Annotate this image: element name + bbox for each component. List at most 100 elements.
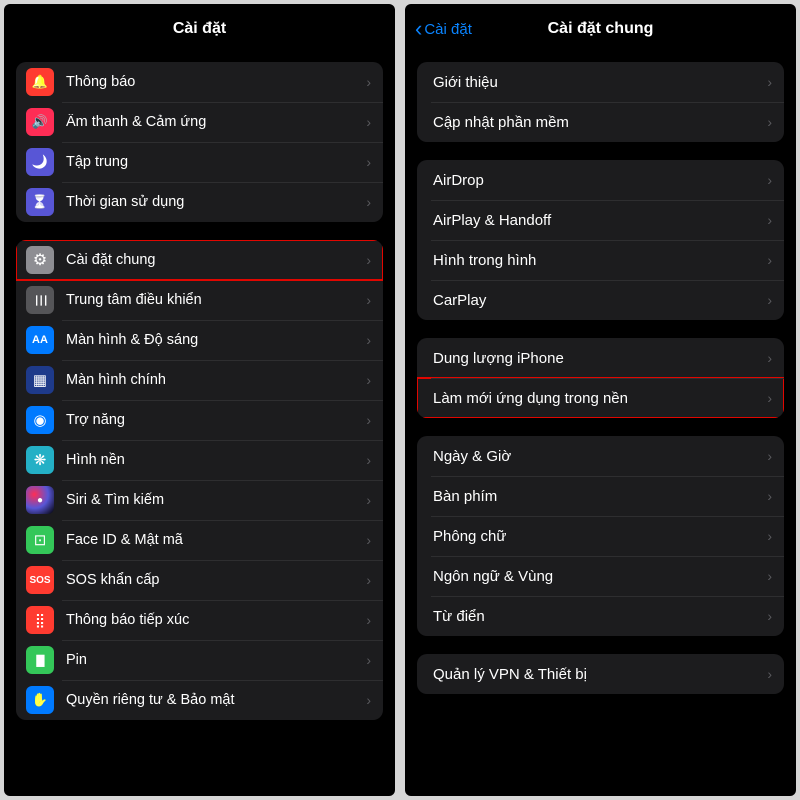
chevron-right-icon: › (366, 413, 371, 427)
row-control-center[interactable]: Trung tâm điều khiển › (16, 280, 383, 320)
row-label: CarPlay (433, 292, 767, 309)
settings-list[interactable]: Thông báo › Âm thanh & Cảm ứng › Tập tru… (4, 54, 395, 796)
row-label: Thời gian sử dụng (66, 194, 366, 210)
row-dictionary[interactable]: Từ điển › (417, 596, 784, 636)
row-label: SOS khẩn cấp (66, 572, 366, 588)
row-wallpaper[interactable]: Hình nền › (16, 440, 383, 480)
row-software-update[interactable]: Cập nhật phần mềm › (417, 102, 784, 142)
row-pip[interactable]: Hình trong hình › (417, 240, 784, 280)
chevron-right-icon: › (767, 351, 772, 365)
chevron-right-icon: › (767, 253, 772, 267)
row-privacy[interactable]: Quyền riêng tư & Bảo mật › (16, 680, 383, 720)
chevron-right-icon: › (366, 253, 371, 267)
row-display[interactable]: Màn hình & Độ sáng › (16, 320, 383, 360)
row-label: Màn hình chính (66, 372, 366, 388)
settings-group: Giới thiệu › Cập nhật phần mềm › (417, 62, 784, 142)
row-label: Cập nhật phần mềm (433, 114, 767, 131)
row-fonts[interactable]: Phông chữ › (417, 516, 784, 556)
row-keyboard[interactable]: Bàn phím › (417, 476, 784, 516)
nav-header: ‹ Cài đặt Cài đặt chung (405, 4, 796, 54)
row-notifications[interactable]: Thông báo › (16, 62, 383, 102)
row-label: Hình trong hình (433, 252, 767, 269)
settings-screen-left: Cài đặt Thông báo › Âm thanh & Cảm ứng ›… (4, 4, 395, 796)
row-focus[interactable]: Tập trung › (16, 142, 383, 182)
chevron-right-icon: › (366, 373, 371, 387)
row-faceid[interactable]: Face ID & Mật mã › (16, 520, 383, 560)
wallpaper-icon (26, 446, 54, 474)
row-label: Thông báo tiếp xúc (66, 612, 366, 628)
row-label: Siri & Tìm kiếm (66, 492, 366, 508)
control-center-icon (26, 286, 54, 314)
row-airdrop[interactable]: AirDrop › (417, 160, 784, 200)
hourglass-icon (26, 188, 54, 216)
chevron-right-icon: › (366, 115, 371, 129)
row-carplay[interactable]: CarPlay › (417, 280, 784, 320)
row-label: Trung tâm điều khiển (66, 292, 366, 308)
chevron-right-icon: › (767, 75, 772, 89)
privacy-icon (26, 686, 54, 714)
row-label: Face ID & Mật mã (66, 532, 366, 548)
row-label: Dung lượng iPhone (433, 350, 767, 367)
chevron-left-icon: ‹ (415, 18, 422, 40)
row-accessibility[interactable]: Trợ năng › (16, 400, 383, 440)
row-label: Tập trung (66, 154, 366, 170)
chevron-right-icon: › (767, 569, 772, 583)
row-label: Pin (66, 652, 366, 668)
display-icon (26, 326, 54, 354)
chevron-right-icon: › (767, 529, 772, 543)
row-label: Cài đặt chung (66, 252, 366, 268)
back-button[interactable]: ‹ Cài đặt (415, 18, 472, 40)
row-label: Bàn phím (433, 488, 767, 505)
row-battery[interactable]: Pin › (16, 640, 383, 680)
chevron-right-icon: › (366, 573, 371, 587)
chevron-right-icon: › (767, 293, 772, 307)
chevron-right-icon: › (366, 195, 371, 209)
row-sos[interactable]: SOS SOS khẩn cấp › (16, 560, 383, 600)
chevron-right-icon: › (366, 613, 371, 627)
row-label: Âm thanh & Cảm ứng (66, 114, 366, 130)
homescreen-icon (26, 366, 54, 394)
general-list[interactable]: Giới thiệu › Cập nhật phần mềm › AirDrop… (405, 54, 796, 796)
row-label: Quản lý VPN & Thiết bị (433, 666, 767, 683)
general-settings-screen-right: ‹ Cài đặt Cài đặt chung Giới thiệu › Cập… (405, 4, 796, 796)
settings-group: Thông báo › Âm thanh & Cảm ứng › Tập tru… (16, 62, 383, 222)
row-screentime[interactable]: Thời gian sử dụng › (16, 182, 383, 222)
row-label: Ngôn ngữ & Vùng (433, 568, 767, 585)
chevron-right-icon: › (767, 489, 772, 503)
chevron-right-icon: › (366, 493, 371, 507)
siri-icon (26, 486, 54, 514)
row-general[interactable]: Cài đặt chung › (16, 240, 383, 280)
row-date-time[interactable]: Ngày & Giờ › (417, 436, 784, 476)
sound-icon (26, 108, 54, 136)
nav-title: Cài đặt (173, 20, 226, 38)
accessibility-icon (26, 406, 54, 434)
chevron-right-icon: › (366, 333, 371, 347)
chevron-right-icon: › (366, 293, 371, 307)
row-siri[interactable]: Siri & Tìm kiếm › (16, 480, 383, 520)
chevron-right-icon: › (366, 75, 371, 89)
row-homescreen[interactable]: Màn hình chính › (16, 360, 383, 400)
faceid-icon (26, 526, 54, 554)
row-language-region[interactable]: Ngôn ngữ & Vùng › (417, 556, 784, 596)
chevron-right-icon: › (767, 449, 772, 463)
chevron-right-icon: › (366, 155, 371, 169)
chevron-right-icon: › (767, 667, 772, 681)
row-sounds[interactable]: Âm thanh & Cảm ứng › (16, 102, 383, 142)
row-exposure[interactable]: Thông báo tiếp xúc › (16, 600, 383, 640)
row-background-refresh[interactable]: Làm mới ứng dụng trong nền › (417, 378, 784, 418)
chevron-right-icon: › (767, 213, 772, 227)
row-airplay[interactable]: AirPlay & Handoff › (417, 200, 784, 240)
chevron-right-icon: › (366, 533, 371, 547)
row-label: Phông chữ (433, 528, 767, 545)
settings-group: Quản lý VPN & Thiết bị › (417, 654, 784, 694)
row-about[interactable]: Giới thiệu › (417, 62, 784, 102)
sos-icon: SOS (26, 566, 54, 594)
chevron-right-icon: › (767, 115, 772, 129)
settings-group: Cài đặt chung › Trung tâm điều khiển › M… (16, 240, 383, 720)
row-vpn-device[interactable]: Quản lý VPN & Thiết bị › (417, 654, 784, 694)
nav-title: Cài đặt chung (548, 20, 654, 38)
chevron-right-icon: › (366, 693, 371, 707)
row-storage[interactable]: Dung lượng iPhone › (417, 338, 784, 378)
moon-icon (26, 148, 54, 176)
row-label: Giới thiệu (433, 74, 767, 91)
